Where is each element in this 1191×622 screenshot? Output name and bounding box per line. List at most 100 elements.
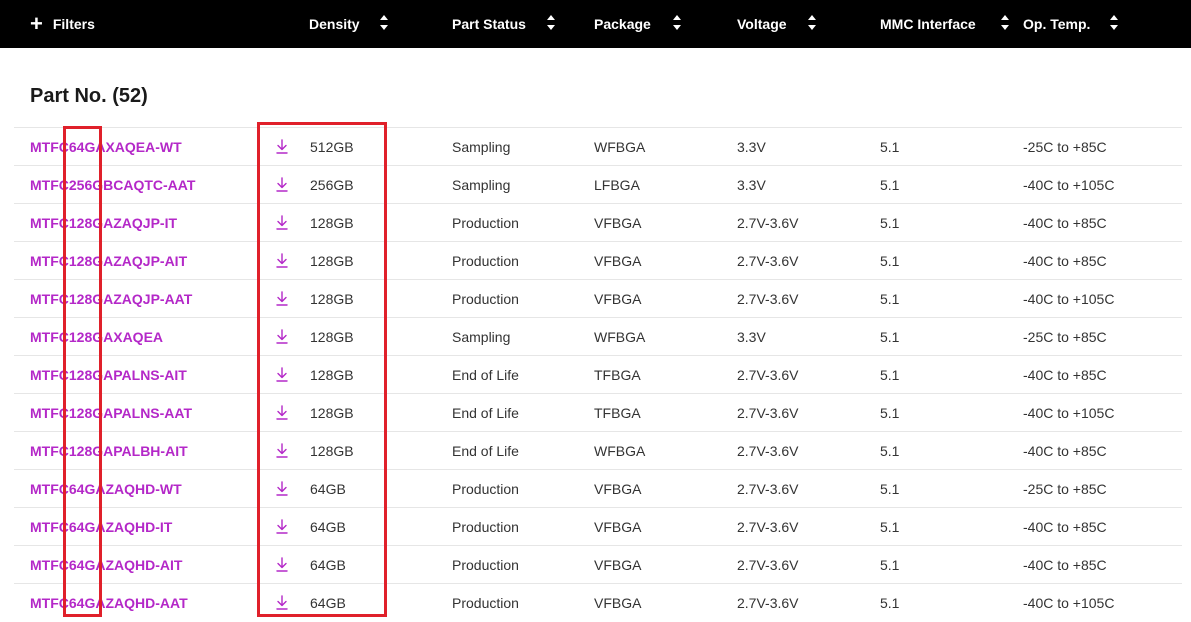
density-cell: 128GB: [310, 215, 354, 231]
download-icon-glyph: [276, 367, 288, 382]
download-icon-glyph: [276, 253, 288, 268]
download-icon[interactable]: [275, 204, 289, 242]
mmc-interface-cell: 5.1: [880, 519, 900, 535]
mmc-interface-cell: 5.1: [880, 557, 900, 573]
table-row: MTFC64GAZAQHD-AAT 64GB Production VFBGA 2.7V…: [14, 583, 1182, 622]
package-cell: VFBGA: [594, 253, 642, 269]
density-cell: 128GB: [310, 405, 354, 421]
part-number-link[interactable]: MTFC64GAZAQHD-WT: [30, 470, 182, 508]
column-header[interactable]: Op. Temp.: [1023, 0, 1090, 48]
part-status-cell: Sampling: [452, 329, 511, 345]
filter-bar: + Filters Density Part Status Package Volta…: [0, 0, 1191, 48]
download-icon-glyph: [276, 177, 288, 192]
voltage-cell: 3.3V: [737, 177, 766, 193]
column-header[interactable]: Voltage: [737, 0, 787, 48]
sort-icon[interactable]: [1001, 15, 1011, 33]
voltage-cell: 2.7V-3.6V: [737, 405, 799, 421]
package-cell: VFBGA: [594, 557, 642, 573]
op-temp-cell: -40C to +105C: [1023, 405, 1115, 421]
column-header[interactable]: MMC Interface: [880, 0, 976, 48]
part-number-link[interactable]: MTFC64GAZAQHD-AIT: [30, 546, 182, 584]
part-number-link[interactable]: MTFC64GAZAQHD-IT: [30, 508, 172, 546]
density-cell: 128GB: [310, 253, 354, 269]
density-cell: 64GB: [310, 481, 346, 497]
part-status-cell: End of Life: [452, 443, 519, 459]
mmc-interface-cell: 5.1: [880, 595, 900, 611]
download-icon-glyph: [276, 139, 288, 154]
part-number-link[interactable]: MTFC128GAZAQJP-AIT: [30, 242, 187, 280]
voltage-cell: 3.3V: [737, 139, 766, 155]
page-title: Part No. (52): [30, 85, 148, 107]
op-temp-cell: -25C to +85C: [1023, 481, 1107, 497]
part-number-link[interactable]: MTFC128GAPALNS-AAT: [30, 394, 192, 432]
table-row: MTFC64GAZAQHD-WT 64GB Production VFBGA 2.7V-…: [14, 469, 1182, 508]
download-icon[interactable]: [275, 394, 289, 432]
filters-toggle[interactable]: + Filters: [30, 0, 95, 48]
part-status-cell: Production: [452, 557, 519, 573]
part-number-link[interactable]: MTFC64GAZAQHD-AAT: [30, 584, 188, 622]
op-temp-cell: -40C to +105C: [1023, 177, 1115, 193]
column-header[interactable]: Density: [309, 0, 360, 48]
package-cell: WFBGA: [594, 443, 646, 459]
mmc-interface-cell: 5.1: [880, 215, 900, 231]
part-number-link[interactable]: MTFC128GAPALBH-AIT: [30, 432, 188, 470]
mmc-interface-cell: 5.1: [880, 177, 900, 193]
mmc-interface-cell: 5.1: [880, 481, 900, 497]
column-header[interactable]: Package: [594, 0, 651, 48]
part-number-link[interactable]: MTFC128GAZAQJP-IT: [30, 204, 177, 242]
mmc-interface-cell: 5.1: [880, 253, 900, 269]
download-icon-glyph: [276, 557, 288, 572]
table-row: MTFC256GBCAQTC-AAT 256GB Sampling LFBGA 3.3V…: [14, 165, 1182, 204]
filters-label: Filters: [52, 16, 95, 32]
sort-icon[interactable]: [380, 15, 390, 33]
download-icon[interactable]: [275, 546, 289, 584]
part-status-cell: Sampling: [452, 177, 511, 193]
package-cell: VFBGA: [594, 215, 642, 231]
download-icon[interactable]: [275, 280, 289, 318]
download-icon[interactable]: [275, 356, 289, 394]
sort-icon[interactable]: [673, 15, 683, 33]
table-row: MTFC64GAZAQHD-AIT 64GB Production VFBGA 2.7V…: [14, 545, 1182, 584]
density-cell: 64GB: [310, 595, 346, 611]
part-status-cell: Production: [452, 253, 519, 269]
download-icon-glyph: [276, 595, 288, 610]
mmc-interface-cell: 5.1: [880, 443, 900, 459]
density-cell: 128GB: [310, 367, 354, 383]
part-status-cell: Production: [452, 215, 519, 231]
download-icon[interactable]: [275, 432, 289, 470]
voltage-cell: 2.7V-3.6V: [737, 557, 799, 573]
download-icon[interactable]: [275, 242, 289, 280]
part-number-link[interactable]: MTFC128GAPALNS-AIT: [30, 356, 187, 394]
sort-icon[interactable]: [1110, 15, 1120, 33]
download-icon[interactable]: [275, 166, 289, 204]
download-icon-glyph: [276, 443, 288, 458]
part-number-link[interactable]: MTFC128GAXAQEA: [30, 318, 163, 356]
op-temp-cell: -25C to +85C: [1023, 329, 1107, 345]
download-icon[interactable]: [275, 128, 289, 166]
density-cell: 128GB: [310, 329, 354, 345]
package-cell: VFBGA: [594, 595, 642, 611]
op-temp-cell: -40C to +85C: [1023, 253, 1107, 269]
package-cell: VFBGA: [594, 481, 642, 497]
op-temp-cell: -40C to +85C: [1023, 367, 1107, 383]
column-header[interactable]: Part Status: [452, 0, 526, 48]
part-number-link[interactable]: MTFC256GBCAQTC-AAT: [30, 166, 195, 204]
table-row: MTFC128GAPALNS-AIT 128GB End of Life TFBGA 2…: [14, 355, 1182, 394]
package-cell: VFBGA: [594, 519, 642, 535]
sort-icon[interactable]: [547, 15, 557, 33]
download-icon[interactable]: [275, 508, 289, 546]
download-icon[interactable]: [275, 584, 289, 622]
voltage-cell: 2.7V-3.6V: [737, 215, 799, 231]
download-icon-glyph: [276, 405, 288, 420]
voltage-cell: 2.7V-3.6V: [737, 443, 799, 459]
download-icon[interactable]: [275, 470, 289, 508]
voltage-cell: 2.7V-3.6V: [737, 253, 799, 269]
density-cell: 512GB: [310, 139, 354, 155]
table-row: MTFC128GAZAQJP-AIT 128GB Production VFBGA 2.…: [14, 241, 1182, 280]
part-number-link[interactable]: MTFC64GAXAQEA-WT: [30, 128, 182, 166]
download-icon[interactable]: [275, 318, 289, 356]
density-cell: 256GB: [310, 177, 354, 193]
sort-icon[interactable]: [808, 15, 818, 33]
part-number-link[interactable]: MTFC128GAZAQJP-AAT: [30, 280, 192, 318]
mmc-interface-cell: 5.1: [880, 405, 900, 421]
